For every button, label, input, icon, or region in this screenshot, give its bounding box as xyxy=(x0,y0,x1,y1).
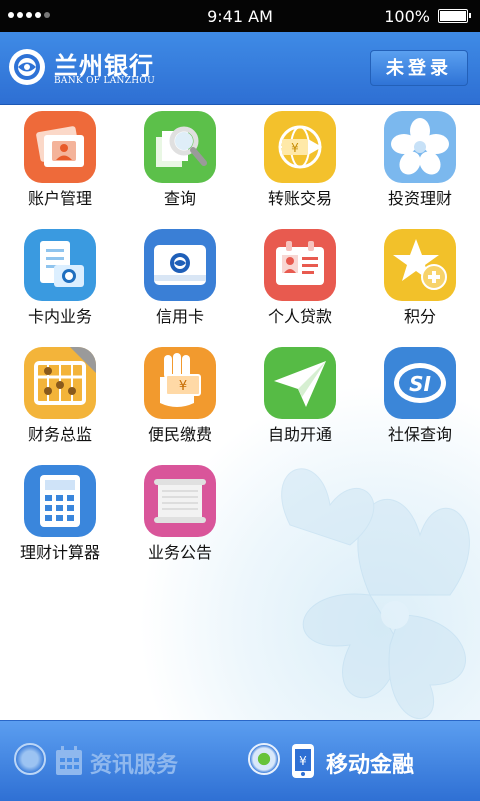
tile-credit-card[interactable]: 信用卡 xyxy=(120,223,240,341)
tile-points[interactable]: 积分 xyxy=(360,223,480,341)
tile-label: 自助开通 xyxy=(267,425,332,444)
tile-label: 投资理财 xyxy=(387,189,452,208)
tile-convenience-payment[interactable]: ¥ 便民缴费 xyxy=(120,341,240,459)
tile-label: 积分 xyxy=(403,307,436,326)
tab-indicator-off xyxy=(14,743,46,775)
tile-investment[interactable]: 投资理财 xyxy=(360,105,480,223)
tile-label: 理财计算器 xyxy=(19,543,100,562)
id-card-icon xyxy=(264,229,336,301)
svg-text:¥: ¥ xyxy=(179,379,187,394)
tile-label: 业务公告 xyxy=(147,543,212,562)
tile-label: 信用卡 xyxy=(155,307,204,326)
tab-mobile-finance[interactable]: ¥ 移动金融 xyxy=(240,721,480,801)
transfer-globe-icon: ¥ xyxy=(264,111,336,183)
magnifier-documents-icon xyxy=(144,111,216,183)
tile-personal-loan[interactable]: 个人贷款 xyxy=(240,223,360,341)
app-header: 兰州银行 BANK OF LANZHOU 未登录 xyxy=(0,32,480,105)
function-grid: 账户管理 查询 ¥ 转账交易 投资理财 卡内业务 信用卡 个人贷款 积分 财务总… xyxy=(0,105,480,720)
tab-label: 资讯服务 xyxy=(90,753,179,778)
status-bar: 9:41 AM 100% xyxy=(0,0,480,32)
tab-info-services[interactable]: 资讯服务 xyxy=(0,721,240,801)
calendar-icon xyxy=(56,746,82,775)
login-button[interactable]: 未登录 xyxy=(370,50,468,86)
tile-label: 财务总监 xyxy=(27,425,92,444)
card-document-icon xyxy=(24,229,96,301)
tile-label: 个人贷款 xyxy=(267,307,332,326)
tile-label: 账户管理 xyxy=(27,189,92,208)
hand-money-icon: ¥ xyxy=(144,347,216,419)
tile-label: 便民缴费 xyxy=(147,425,212,444)
tile-card-business[interactable]: 卡内业务 xyxy=(0,223,120,341)
tile-label: 卡内业务 xyxy=(27,307,92,326)
tile-label: 转账交易 xyxy=(267,189,332,208)
credit-card-icon xyxy=(144,229,216,301)
bank-name-english: BANK OF LANZHOU xyxy=(54,76,155,86)
social-security-icon: SI xyxy=(384,347,456,419)
svg-text:¥: ¥ xyxy=(291,141,299,155)
svg-text:SI: SI xyxy=(409,372,431,396)
battery-icon xyxy=(438,9,471,23)
bottom-tab-bar: 资讯服务 ¥ 移动金融 xyxy=(0,720,480,801)
tile-transfer[interactable]: ¥ 转账交易 xyxy=(240,105,360,223)
paper-plane-icon xyxy=(264,347,336,419)
bank-logo-icon xyxy=(9,49,45,85)
flower-icon xyxy=(384,111,456,183)
account-card-icon xyxy=(24,111,96,183)
tile-label: 社保查询 xyxy=(387,425,452,444)
star-plus-icon xyxy=(384,229,456,301)
tile-account-management[interactable]: 账户管理 xyxy=(0,105,120,223)
tile-financial-director[interactable]: 财务总监 xyxy=(0,341,120,459)
calculator-icon xyxy=(24,465,96,537)
tile-finance-calculator[interactable]: 理财计算器 xyxy=(0,459,120,577)
svg-text:¥: ¥ xyxy=(299,754,307,768)
tile-business-announcement[interactable]: 业务公告 xyxy=(120,459,240,577)
phone-yen-icon: ¥ xyxy=(292,744,314,778)
scroll-notice-icon xyxy=(144,465,216,537)
tile-social-security-query[interactable]: SI 社保查询 xyxy=(360,341,480,459)
battery-percentage: 100% xyxy=(384,7,430,26)
tile-self-service-activation[interactable]: 自助开通 xyxy=(240,341,360,459)
tile-label: 查询 xyxy=(163,189,196,208)
tab-indicator-on xyxy=(248,743,280,775)
tab-label: 移动金融 xyxy=(326,753,415,778)
tile-query[interactable]: 查询 xyxy=(120,105,240,223)
abacus-icon xyxy=(24,347,96,419)
